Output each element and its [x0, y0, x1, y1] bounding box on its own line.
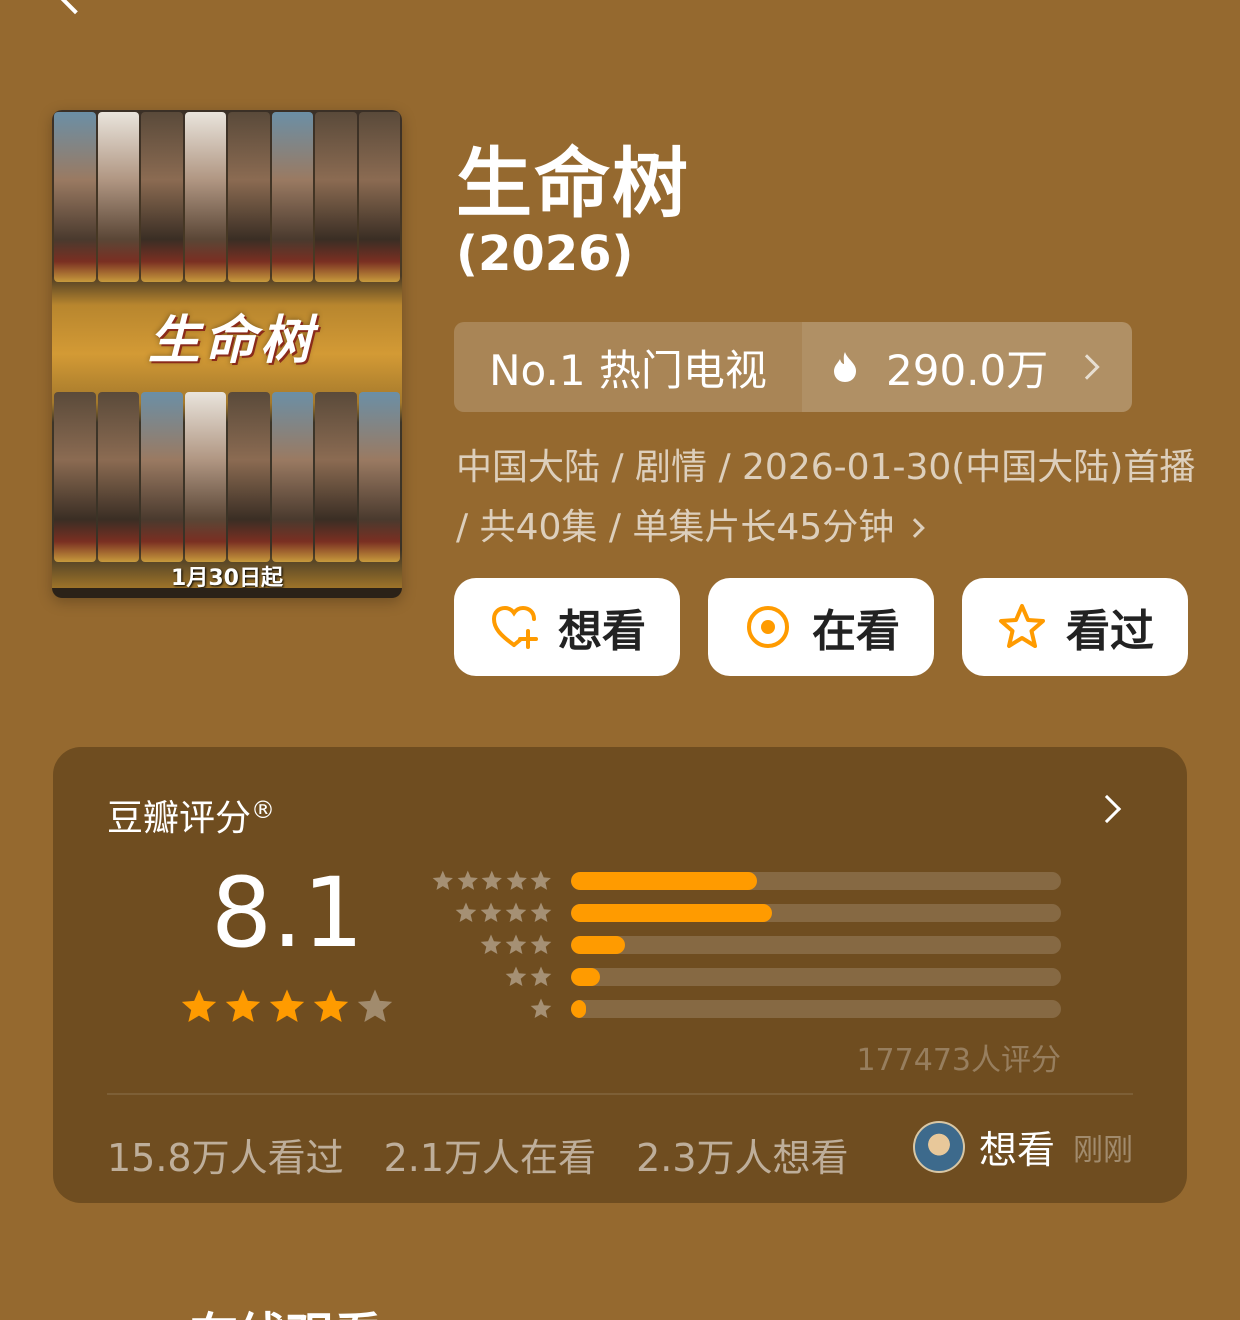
watched-label: 看过 [1066, 606, 1154, 657]
poster-cast-top [52, 112, 402, 282]
chevron-right-icon[interactable] [1092, 794, 1122, 824]
fire-icon [832, 351, 858, 383]
star-filled-icon [269, 989, 305, 1022]
rating-bar-fill [571, 872, 758, 890]
rating-row-1 [431, 993, 1061, 1025]
star-filled-icon [225, 989, 261, 1022]
rank-badge[interactable]: No.1 热门电视 290.0万 [454, 322, 1132, 412]
star-small-icon [481, 870, 503, 890]
watching-label: 在看 [812, 606, 900, 657]
star-small-icon [531, 870, 552, 890]
back-icon[interactable] [53, 0, 97, 15]
rating-row-5 [431, 865, 1061, 897]
star-small-icon [432, 870, 453, 890]
divider [107, 1093, 1133, 1095]
star-small-icon [480, 934, 502, 954]
vote-count: 177473人评分 [856, 1043, 1061, 1078]
rating-bar-fill [571, 936, 625, 954]
rank-label: No.1 热门电视 [454, 322, 802, 412]
rating-row-2 [431, 961, 1061, 993]
star-filled-icon [181, 989, 217, 1022]
page-title: 生命树 [456, 139, 690, 228]
action-bar: 想看 在看 看过 [454, 578, 1188, 676]
release-year: (2026) [456, 226, 634, 282]
avatar[interactable] [912, 1120, 965, 1173]
star-small-icon [505, 902, 527, 922]
chevron-right-icon [1074, 354, 1100, 380]
activity-time: 刚刚 [1073, 1132, 1133, 1168]
rating-distribution [431, 865, 1061, 1025]
watching-button[interactable]: 在看 [708, 578, 934, 676]
star-empty-icon [357, 989, 393, 1022]
rating-bar-track [571, 904, 1061, 922]
rating-row-stars [431, 997, 553, 1021]
star-small-icon [505, 966, 527, 986]
chevron-right-icon [905, 518, 926, 538]
poster-cast-bottom [52, 392, 402, 562]
rating-card[interactable]: 豆瓣评分® 8.1 177473人评分 15.8万人看过 2.1万人在看 2.3… [53, 747, 1187, 1203]
star-small-icon [480, 902, 502, 922]
audience-stats: 15.8万人看过 2.1万人在看 2.3万人想看 [107, 1127, 849, 1182]
rating-score: 8.1 [211, 857, 364, 969]
star-small-icon [530, 998, 552, 1018]
star-small-icon [530, 902, 552, 922]
activity-label: 想看 [978, 1128, 1055, 1172]
target-icon [742, 601, 794, 653]
friend-activity[interactable]: 想看 刚刚 [912, 1119, 1133, 1174]
watching-count: 2.1万人在看 [383, 1136, 597, 1180]
rating-bar-track [571, 968, 1061, 986]
star-small-icon [455, 902, 477, 922]
poster-image[interactable]: 生命树 1月30日起 [52, 110, 402, 598]
meta-text: 中国大陆 / 剧情 / 2026-01-30(中国大陆)首播 / 共40集 / … [456, 447, 1196, 548]
want-count: 2.3万人想看 [636, 1136, 849, 1180]
star-small-icon [457, 870, 478, 890]
poster-title-art: 生命树 [147, 310, 316, 371]
star-small-icon [530, 934, 552, 954]
heat-indicator[interactable]: 290.0万 [802, 322, 1132, 412]
heart-plus-icon [488, 601, 540, 653]
star-filled-icon [313, 989, 349, 1022]
star-outline-icon [996, 601, 1048, 653]
rating-bar-fill [571, 904, 772, 922]
rating-row-3 [431, 929, 1061, 961]
want-button[interactable]: 想看 [454, 578, 680, 676]
rating-bar-track [571, 872, 1061, 890]
rating-row-stars [431, 933, 553, 957]
rating-row-stars [431, 901, 553, 925]
rating-stars [179, 987, 395, 1027]
watched-count: 15.8万人看过 [107, 1136, 344, 1180]
watched-button[interactable]: 看过 [962, 578, 1188, 676]
heat-value: 290.0万 [886, 345, 1049, 395]
want-label: 想看 [558, 606, 646, 657]
star-small-icon [505, 934, 527, 954]
rating-row-stars [431, 965, 553, 989]
rating-bar-track [571, 1000, 1061, 1018]
section-title: 在线观看 [190, 1296, 382, 1320]
rating-bar-fill [571, 968, 601, 986]
rating-bar-fill [571, 1000, 586, 1018]
star-small-icon [530, 966, 552, 986]
rating-row-stars [431, 869, 553, 893]
star-small-icon [506, 870, 527, 890]
rating-bar-track [571, 936, 1061, 954]
rating-title: 豆瓣评分® [107, 796, 276, 839]
rating-row-4 [431, 897, 1061, 929]
meta-info[interactable]: 中国大陆 / 剧情 / 2026-01-30(中国大陆)首播 / 共40集 / … [456, 438, 1196, 558]
